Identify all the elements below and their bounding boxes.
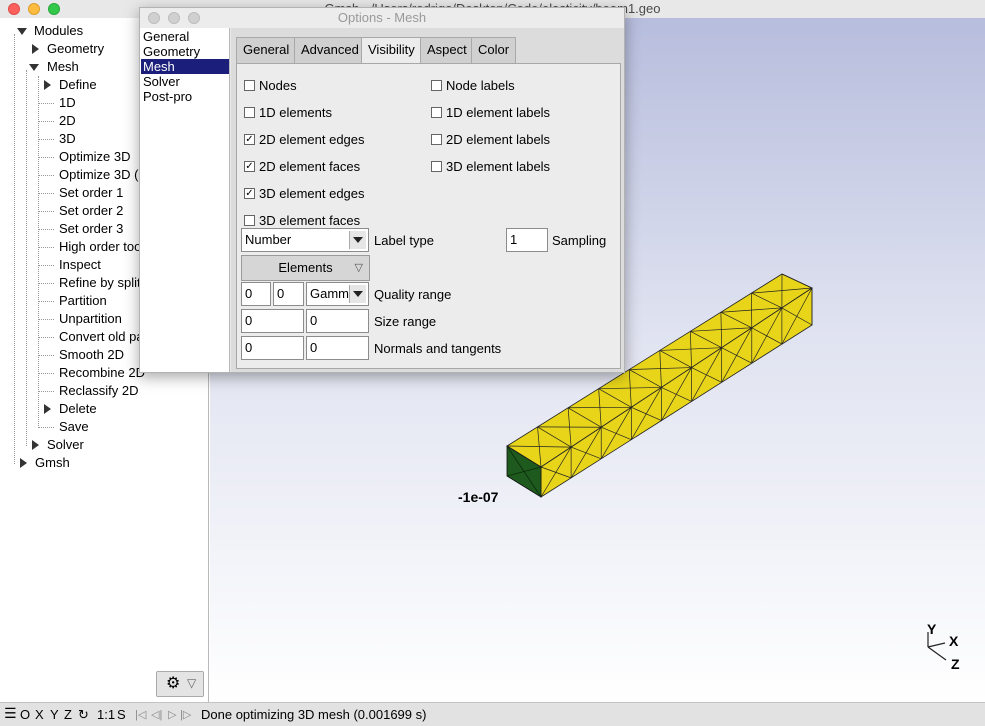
normals-input[interactable]: 0 bbox=[241, 336, 304, 360]
options-dialog: Options - Mesh General Geometry Mesh Sol… bbox=[139, 7, 625, 373]
settings-menu-button[interactable]: ⚙ ▽ bbox=[156, 671, 204, 697]
tree-item-gmsh[interactable]: Gmsh bbox=[0, 454, 200, 472]
chevron-down-icon[interactable] bbox=[349, 285, 366, 303]
sampling-label: Sampling bbox=[552, 233, 607, 248]
collapsed-arrow-icon[interactable] bbox=[20, 458, 27, 468]
next-step-icon[interactable]: |▷ bbox=[180, 708, 191, 721]
visibility-controls: Nodes 1D elements ✓ 2D element edges ✓ 2D … bbox=[231, 28, 624, 372]
first-step-icon[interactable]: |◁ bbox=[135, 708, 146, 721]
collapsed-arrow-icon[interactable] bbox=[32, 440, 39, 450]
quality-measure-select[interactable]: Gamm bbox=[306, 282, 369, 306]
checkmark-icon[interactable]: ✓ bbox=[244, 188, 255, 199]
scale-button[interactable]: 1:1 bbox=[97, 707, 115, 722]
tree-item-delete[interactable]: Delete bbox=[0, 400, 208, 418]
chevron-down-icon[interactable] bbox=[349, 231, 366, 249]
checkmark-icon[interactable]: ✓ bbox=[244, 134, 255, 145]
dialog-titlebar[interactable]: Options - Mesh bbox=[140, 8, 624, 28]
category-general[interactable]: General bbox=[141, 29, 229, 44]
checkbox-box[interactable] bbox=[431, 80, 442, 91]
axis-x-label: X bbox=[949, 633, 959, 649]
select-s-button[interactable]: S bbox=[117, 707, 126, 722]
quality-range-label: Quality range bbox=[374, 287, 452, 302]
gear-icon: ⚙ bbox=[166, 675, 181, 692]
checkbox-box[interactable] bbox=[244, 80, 255, 91]
category-list[interactable]: General Geometry Mesh Solver Post-pro bbox=[140, 28, 230, 372]
label-type-label: Label type bbox=[374, 233, 434, 248]
collapsed-arrow-icon[interactable] bbox=[44, 80, 51, 90]
category-solver[interactable]: Solver bbox=[141, 74, 229, 89]
play-icon[interactable]: ▷ bbox=[168, 708, 176, 721]
expanded-arrow-icon[interactable] bbox=[17, 28, 27, 35]
category-geometry[interactable]: Geometry bbox=[141, 44, 229, 59]
elements-button[interactable]: Elements ▽ bbox=[241, 255, 370, 281]
quality-range-min-input[interactable]: 0 bbox=[241, 282, 271, 306]
rotate-icon[interactable]: ↻ bbox=[78, 707, 89, 723]
dropdown-triangle-icon: ▽ bbox=[354, 262, 363, 274]
axis-z-label: Z bbox=[951, 656, 960, 672]
view-origin-button[interactable]: O bbox=[20, 707, 30, 722]
checkbox-box[interactable] bbox=[431, 161, 442, 172]
axis-value-label: -1e-07 bbox=[458, 489, 499, 505]
status-bar: ☰ O X Y Z ↻ 1:1 S |◁ ◁| ▷ |▷ Done optimi… bbox=[0, 702, 985, 726]
tree-item-save[interactable]: Save bbox=[0, 418, 208, 436]
size-range-min-input[interactable]: 0 bbox=[241, 309, 304, 333]
size-range-label: Size range bbox=[374, 314, 437, 329]
dialog-title: Options - Mesh bbox=[337, 10, 427, 25]
menu-lines-icon[interactable]: ☰ bbox=[4, 705, 17, 722]
view-z-button[interactable]: Z bbox=[64, 707, 72, 722]
dropdown-triangle-icon: ▽ bbox=[187, 676, 197, 690]
view-y-button[interactable]: Y bbox=[50, 707, 59, 722]
checkbox-box[interactable] bbox=[431, 107, 442, 118]
status-message: Done optimizing 3D mesh (0.001699 s) bbox=[201, 707, 427, 722]
previous-step-icon[interactable]: ◁| bbox=[151, 708, 162, 721]
checkbox-box[interactable] bbox=[244, 107, 255, 118]
tree-item-reclassify-2d[interactable]: Reclassify 2D bbox=[0, 382, 208, 400]
quality-range-max-input[interactable]: 0 bbox=[273, 282, 304, 306]
tree-item-solver[interactable]: Solver bbox=[0, 436, 200, 454]
size-range-max-input[interactable]: 0 bbox=[306, 309, 369, 333]
label-type-select[interactable]: Number bbox=[241, 228, 369, 252]
view-x-button[interactable]: X bbox=[35, 707, 44, 722]
category-mesh[interactable]: Mesh bbox=[141, 59, 229, 74]
expanded-arrow-icon[interactable] bbox=[29, 64, 39, 71]
collapsed-arrow-icon[interactable] bbox=[44, 404, 51, 414]
axis-y-label: Y bbox=[927, 621, 937, 637]
checkbox-box[interactable] bbox=[431, 134, 442, 145]
checkmark-icon[interactable]: ✓ bbox=[244, 161, 255, 172]
sampling-input[interactable]: 1 bbox=[506, 228, 548, 252]
category-post-pro[interactable]: Post-pro bbox=[141, 89, 229, 104]
normals-tangents-label: Normals and tangents bbox=[374, 341, 502, 356]
tangents-input[interactable]: 0 bbox=[306, 336, 369, 360]
checkbox-box[interactable] bbox=[244, 215, 255, 226]
collapsed-arrow-icon[interactable] bbox=[32, 44, 39, 54]
